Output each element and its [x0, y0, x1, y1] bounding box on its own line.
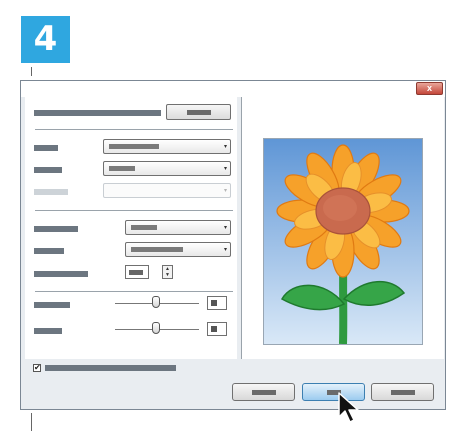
- help-button[interactable]: [371, 383, 434, 401]
- field-label-2: [34, 167, 62, 173]
- field-label-6: [34, 271, 88, 277]
- dropdown-4[interactable]: ▾: [125, 220, 231, 235]
- scan-settings-dialog: x ▾ ▾ ▾ ▾ ▾ ▲ ▼ ✔: [20, 80, 446, 410]
- checkbox-label: [45, 365, 176, 371]
- sunflower-image: [264, 139, 422, 344]
- separator: [35, 210, 233, 211]
- guide-line-bottom: [31, 413, 32, 431]
- slider-thumb-1[interactable]: [152, 296, 160, 308]
- spin-down-icon[interactable]: ▼: [163, 272, 172, 278]
- chevron-down-icon: ▾: [223, 188, 227, 194]
- separator: [35, 291, 233, 292]
- field-label-1: [34, 145, 58, 151]
- step-number-badge: 4: [21, 16, 70, 63]
- field-label-4: [34, 226, 78, 232]
- dropdown-5[interactable]: ▾: [125, 242, 231, 257]
- chevron-down-icon: ▾: [223, 247, 227, 253]
- slider-value-1[interactable]: [207, 296, 227, 310]
- slider-label-2: [34, 328, 62, 334]
- guide-line-top: [31, 67, 32, 76]
- preview-image: [263, 138, 423, 345]
- close-icon: x: [426, 83, 432, 93]
- option-checkbox[interactable]: ✔: [33, 364, 41, 372]
- cancel-button[interactable]: [232, 383, 295, 401]
- cursor-arrow-icon: [338, 392, 359, 423]
- chevron-down-icon: ▾: [223, 225, 227, 231]
- slider-thumb-2[interactable]: [152, 322, 160, 334]
- slider-value-2[interactable]: [207, 322, 227, 336]
- checkmark-icon: ✔: [34, 363, 41, 372]
- header-action-button[interactable]: [166, 104, 231, 120]
- close-button[interactable]: x: [416, 82, 443, 95]
- dropdown-2[interactable]: ▾: [103, 161, 231, 176]
- numeric-spinbox[interactable]: [125, 265, 149, 279]
- settings-panel: ▾ ▾ ▾ ▾ ▾ ▲ ▼: [25, 97, 237, 359]
- dropdown-1[interactable]: ▾: [103, 139, 231, 154]
- slider-label-1: [34, 302, 70, 308]
- preview-pane: [241, 97, 444, 359]
- field-label-5: [34, 248, 64, 254]
- chevron-down-icon: ▾: [223, 166, 227, 172]
- title-bar: x: [21, 81, 445, 97]
- field-label-3-disabled: [34, 189, 68, 195]
- settings-header-label: [34, 110, 161, 116]
- chevron-down-icon: ▾: [223, 144, 227, 150]
- separator: [35, 129, 233, 130]
- spin-buttons[interactable]: ▲ ▼: [162, 265, 173, 279]
- dropdown-3-disabled: ▾: [103, 183, 231, 198]
